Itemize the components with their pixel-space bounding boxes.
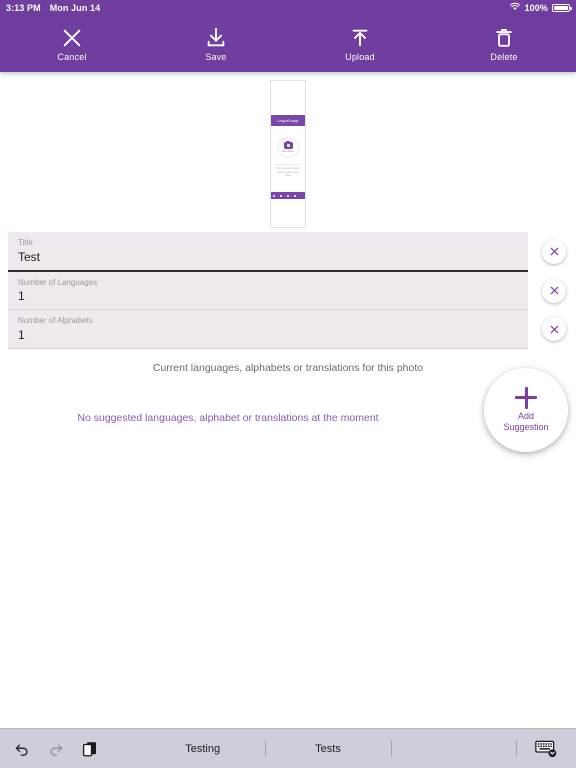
thumb-top-whitespace <box>271 81 305 115</box>
thumb-caption: Tap the camera button above to take a ne… <box>275 164 301 178</box>
title-field-value[interactable]: Test <box>18 250 518 265</box>
status-bar: 3:13 PM Mon Jun 14 100% <box>0 0 576 16</box>
trash-icon <box>493 27 515 49</box>
photo-preview-area: LinguaSnapp Take Photo Tap the camera bu… <box>0 72 576 232</box>
keyboard-edit-actions <box>0 740 140 758</box>
close-circle-icon <box>550 287 558 295</box>
suggestion-item-0[interactable]: Testing <box>140 729 265 768</box>
status-bar-right: 100% <box>509 2 572 14</box>
number-of-languages-clear-button[interactable] <box>542 278 566 303</box>
form-row-title: Title Test <box>0 232 576 272</box>
number-of-languages-field-value[interactable]: 1 <box>18 289 518 304</box>
form-row-title-wrap: Title Test <box>0 232 576 272</box>
thumb-body: Take Photo Tap the camera button above t… <box>271 126 305 192</box>
add-suggestion-label-line1: Add <box>517 410 534 421</box>
status-bar-left: 3:13 PM Mon Jun 14 <box>6 3 100 13</box>
paste-clipboard-icon[interactable] <box>81 740 99 758</box>
thumb-app-title: LinguaSnapp <box>277 118 299 123</box>
top-toolbar: Cancel Save Upload Delete <box>0 16 576 72</box>
title-field[interactable]: Title Test <box>8 232 528 272</box>
delete-button[interactable]: Delete <box>432 16 576 72</box>
thumb-bottom-whitespace <box>271 199 305 227</box>
number-of-alphabets-field-value[interactable]: 1 <box>18 328 518 343</box>
photo-thumbnail[interactable]: LinguaSnapp Take Photo Tap the camera bu… <box>270 80 306 228</box>
number-of-alphabets-field-label: Number of Alphabets <box>18 316 93 326</box>
add-suggestion-button[interactable]: Add Suggestion <box>484 368 568 452</box>
cancel-button-label: Cancel <box>57 51 87 62</box>
close-x-icon <box>61 27 83 49</box>
keyboard-dismiss-icon <box>535 740 557 758</box>
close-circle-icon <box>550 325 558 334</box>
wifi-icon <box>509 2 521 14</box>
status-date: Mon Jun 14 <box>49 3 101 13</box>
upload-arrow-icon <box>349 27 371 49</box>
delete-button-label: Delete <box>490 51 518 62</box>
title-field-label: Title <box>18 238 33 247</box>
status-time: 3:13 PM <box>6 3 41 13</box>
battery-full-icon <box>552 4 572 12</box>
cancel-button[interactable]: Cancel <box>0 16 144 72</box>
plus-icon <box>515 386 537 409</box>
form-row-number-of-languages-wrap: Number of Languages 1 <box>0 271 576 311</box>
keyboard-accessory-bar: Testing Tests <box>0 728 576 768</box>
suggestion-item-2[interactable] <box>390 729 516 768</box>
number-of-alphabets-clear-button[interactable] <box>542 317 566 342</box>
number-of-languages-field[interactable]: Number of Languages 1 <box>8 271 528 311</box>
undo-arrow-icon[interactable] <box>13 740 31 758</box>
upload-button-label: Upload <box>345 51 375 62</box>
upload-button[interactable]: Upload <box>288 16 432 72</box>
redo-arrow-icon[interactable] <box>47 740 65 758</box>
title-clear-button[interactable] <box>542 239 566 264</box>
add-suggestion-label: Add Suggestion <box>503 411 548 434</box>
number-of-languages-field-label: Number of Languages <box>18 277 98 287</box>
suggestion-item-1[interactable]: Tests <box>265 729 390 768</box>
form-row-number-of-alphabets-wrap: Number of Alphabets 1 <box>0 310 576 349</box>
save-button[interactable]: Save <box>144 16 288 72</box>
camera-icon <box>283 140 293 149</box>
number-of-alphabets-field[interactable]: Number of Alphabets 1 <box>8 310 528 349</box>
form-row-number-of-languages: Number of Languages 1 <box>0 271 576 311</box>
save-button-label: Save <box>205 51 227 62</box>
download-save-icon <box>205 27 227 49</box>
form-row-number-of-alphabets: Number of Alphabets 1 <box>0 310 576 349</box>
thumb-tabbar <box>271 192 305 199</box>
current-languages-note: Current languages, alphabets or translat… <box>152 361 424 374</box>
close-circle-icon <box>550 247 558 256</box>
metadata-form: Title Test Number of Languages 1 Number … <box>0 232 576 349</box>
autocomplete-suggestions: Testing Tests <box>140 729 516 768</box>
battery-percent-label: 100% <box>524 3 548 13</box>
add-suggestion-label-line2: Suggestion <box>503 422 549 432</box>
thumb-camera-label: Take Photo <box>282 150 294 153</box>
keyboard-dismiss-button[interactable] <box>516 729 576 768</box>
thumb-camera-button: Take Photo <box>277 137 299 158</box>
thumb-app-header: LinguaSnapp <box>271 115 305 126</box>
